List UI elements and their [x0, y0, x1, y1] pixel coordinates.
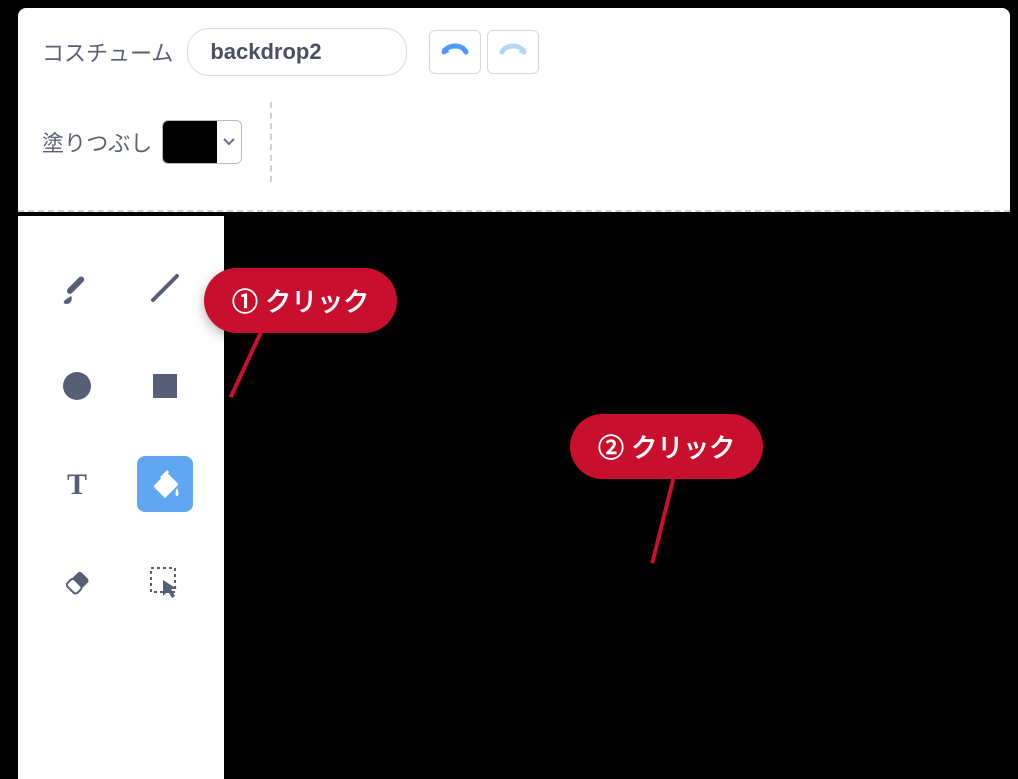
rectangle-icon: [145, 366, 185, 406]
fill-label: 塗りつぶし: [42, 126, 152, 158]
select-icon: [145, 562, 185, 602]
costume-header: コスチューム: [18, 8, 1010, 86]
eraser-icon: [57, 562, 97, 602]
chevron-down-icon: [223, 138, 235, 146]
redo-button[interactable]: [487, 30, 539, 74]
tool-panel: T: [18, 216, 224, 779]
costume-label: コスチューム: [42, 36, 173, 68]
fill-icon: [143, 462, 187, 506]
brush-icon: [57, 268, 97, 308]
circle-icon: [57, 366, 97, 406]
undo-button[interactable]: [429, 30, 481, 74]
divider-vertical: [270, 102, 272, 182]
workspace: T: [18, 216, 1018, 779]
history-buttons: [429, 30, 539, 74]
fill-color-swatch: [163, 121, 217, 163]
redo-icon: [498, 42, 528, 62]
fill-row: 塗りつぶし: [18, 86, 1010, 210]
costume-name-input[interactable]: [187, 28, 407, 76]
annotation-step1: ① クリック: [204, 268, 397, 333]
fill-color-picker[interactable]: [162, 120, 242, 164]
line-icon: [145, 268, 185, 308]
undo-icon: [440, 42, 470, 62]
annotation-step2: ② クリック: [570, 414, 763, 479]
text-icon: T: [57, 464, 97, 504]
line-tool[interactable]: [137, 260, 193, 316]
circle-tool[interactable]: [49, 358, 105, 414]
brush-tool[interactable]: [49, 260, 105, 316]
costume-editor-panel: コスチューム 塗りつぶし: [18, 8, 1010, 212]
svg-text:T: T: [67, 468, 87, 501]
divider-horizontal: [18, 210, 1010, 212]
fill-tool[interactable]: [137, 456, 193, 512]
rectangle-tool[interactable]: [137, 358, 193, 414]
annotation-step1-text: ① クリック: [232, 282, 369, 319]
annotation-step2-text: ② クリック: [598, 428, 735, 465]
eraser-tool[interactable]: [49, 554, 105, 610]
text-tool[interactable]: T: [49, 456, 105, 512]
fill-color-dropdown[interactable]: [217, 121, 241, 163]
select-tool[interactable]: [137, 554, 193, 610]
